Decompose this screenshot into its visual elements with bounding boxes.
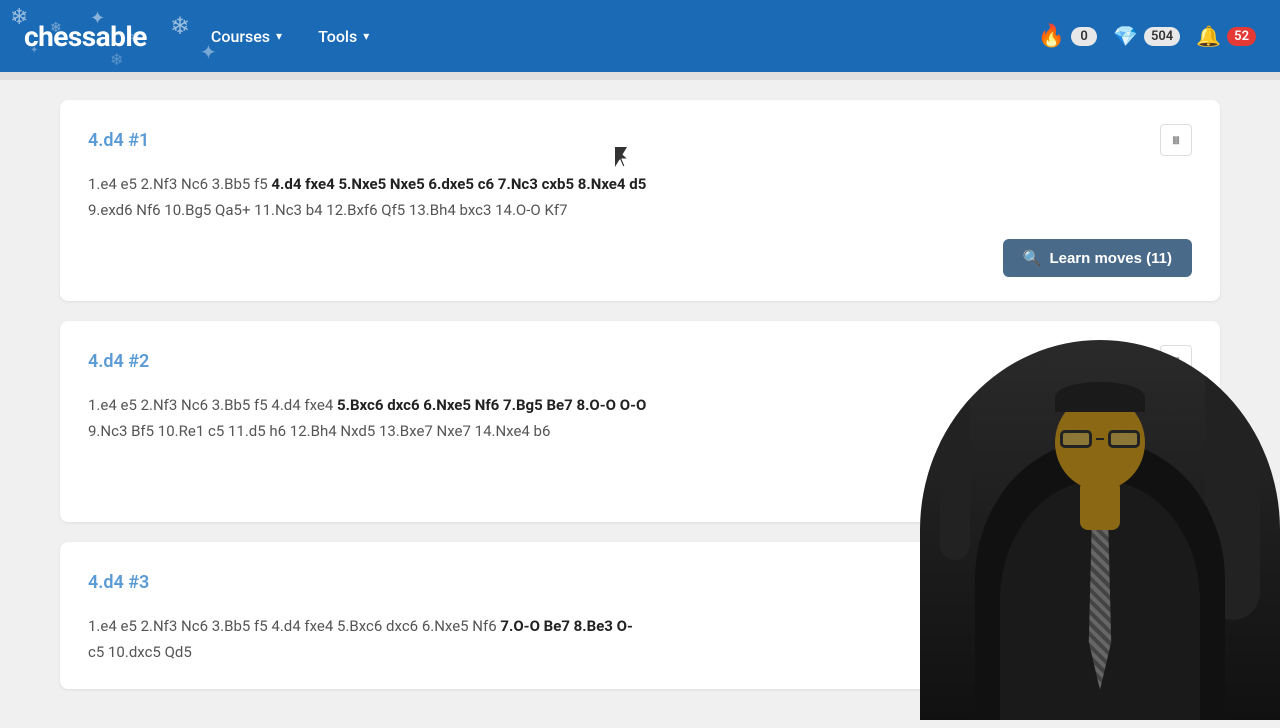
magnify-icon-1: 🔍 [1023,249,1042,267]
card-1-title: 4.d4 #1 [88,130,149,151]
tools-chevron-icon: ▾ [363,29,369,43]
card-3-notation-line2: c5 10.dxc5 Qd5 [88,643,192,661]
fire-icon: 🔥 [1038,24,1065,49]
card-3-notation-bold: 7.O-O Be7 8.Be3 O- [500,617,633,635]
card-1: 4.d4 #1 ⏸ 1.e4 e5 2.Nf3 Nc6 3.Bb5 f5 4.d… [60,100,1220,301]
card-3-title: 4.d4 #3 [88,572,149,593]
card-3-notation-plain: 1.e4 e5 2.Nf3 Nc6 3.Bb5 f5 4.d4 fxe4 5.B… [88,617,500,635]
diamond-badge[interactable]: 💎 504 [1113,24,1180,48]
notification-count: 52 [1227,27,1256,46]
header: ❄ ❄ ✦ ❄ ❄ ✦ ✦ ❄ chessable Courses ▾ Tool… [0,0,1280,72]
streak-badge[interactable]: 🔥 0 [1038,24,1097,49]
card-2-notation-line2: 9.Nc3 Bf5 10.Re1 c5 11.d5 h6 12.Bh4 Nxd5… [88,422,550,440]
card-1-title-row: 4.d4 #1 ⏸ [88,124,1192,156]
notification-badge[interactable]: 🔔 52 [1196,24,1256,48]
card-1-pause-button[interactable]: ⏸ [1160,124,1192,156]
learn-btn-1-label: Learn moves (11) [1049,250,1172,267]
pause-icon-1: ⏸ [1172,130,1181,151]
streak-count: 0 [1071,27,1097,46]
diamond-icon: 💎 [1113,24,1138,48]
person-glasses [1060,430,1140,448]
learn-moves-button-1[interactable]: 🔍 Learn moves (11) [1003,239,1192,277]
person-hair [1055,382,1145,412]
webcam-overlay [920,340,1280,720]
card-1-notation-line2: 9.exd6 Nf6 10.Bg5 Qa5+ 11.Nc3 b4 12.Bxf6… [88,201,568,219]
card-2-title: 4.d4 #2 [88,351,149,372]
courses-chevron-icon: ▾ [276,29,282,43]
chair-back-left [940,360,970,560]
logo[interactable]: chessable [24,20,147,53]
top-separator [0,72,1280,80]
card-2-notation-plain: 1.e4 e5 2.Nf3 Nc6 3.Bb5 f5 4.d4 fxe4 [88,396,337,414]
header-right: 🔥 0 💎 504 🔔 52 [1038,24,1256,49]
tools-label: Tools [318,27,357,46]
card-1-actions: 🔍 Learn moves (11) [88,223,1192,277]
card-2-notation-bold: 5.Bxc6 dxc6 6.Nxe5 Nf6 7.Bg5 Be7 8.O-O O… [337,396,646,414]
card-1-notation: 1.e4 e5 2.Nf3 Nc6 3.Bb5 f5 4.d4 fxe4 5.N… [88,172,1192,223]
tools-nav[interactable]: Tools ▾ [302,19,385,54]
diamond-count: 504 [1144,27,1180,46]
bell-icon: 🔔 [1196,24,1221,48]
card-1-notation-plain: 1.e4 e5 2.Nf3 Nc6 3.Bb5 f5 [88,175,271,193]
card-1-notation-bold: 4.d4 fxe4 5.Nxe5 Nxe5 6.dxe5 c6 7.Nc3 cx… [271,175,646,193]
